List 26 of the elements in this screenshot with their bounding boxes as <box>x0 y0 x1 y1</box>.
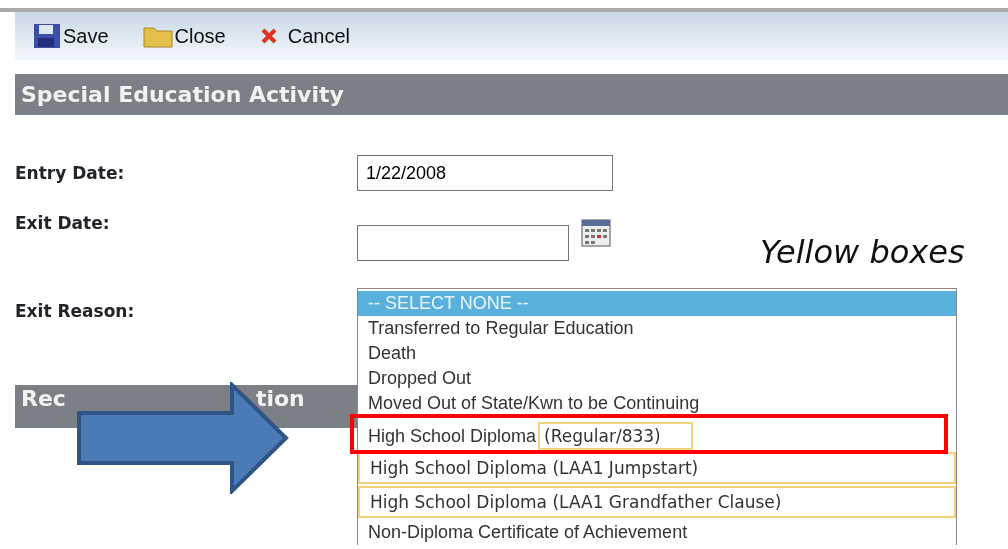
section-header-text: Rec <box>21 386 66 413</box>
list-option[interactable]: Dropped Out <box>358 366 956 391</box>
calendar-icon[interactable] <box>581 219 611 247</box>
list-option[interactable]: Death <box>358 341 956 366</box>
cancel-icon <box>259 27 278 45</box>
option-text[interactable]: High School Diploma <box>368 426 537 446</box>
section-header-text: tion <box>255 386 305 413</box>
list-option[interactable]: Non-Diploma Certificate of Achievement <box>358 520 956 545</box>
list-option[interactable]: Moved Out of State/Kwn to be Continuing <box>358 391 956 416</box>
field-label: Entry Date: <box>15 162 126 185</box>
section-header: Special Education Activity <box>15 74 1008 115</box>
toolbar-button[interactable]: Cancel <box>259 21 350 51</box>
toolbar-button[interactable]: Save <box>33 21 109 51</box>
list-option[interactable]: Transferred to Regular Education <box>358 316 956 341</box>
date-field[interactable] <box>357 225 569 261</box>
folder-icon <box>142 24 173 48</box>
list-option[interactable]: High School Diploma (LAA1 Jumpstart) <box>358 452 956 484</box>
tooltip: (Regular/833) <box>538 422 693 450</box>
annotation-text: Yellow boxes <box>760 232 965 273</box>
text-field[interactable]: 1/22/2008 <box>357 155 613 191</box>
save-icon <box>33 23 61 49</box>
field-label: Exit Reason: <box>15 300 136 323</box>
exit-reason-listbox[interactable] <box>357 288 957 545</box>
toolbar-button[interactable]: Close <box>142 21 226 51</box>
list-option[interactable]: High School Diploma (LAA1 Grandfather Clause) <box>358 486 956 518</box>
field-label: Exit Date: <box>15 212 111 235</box>
